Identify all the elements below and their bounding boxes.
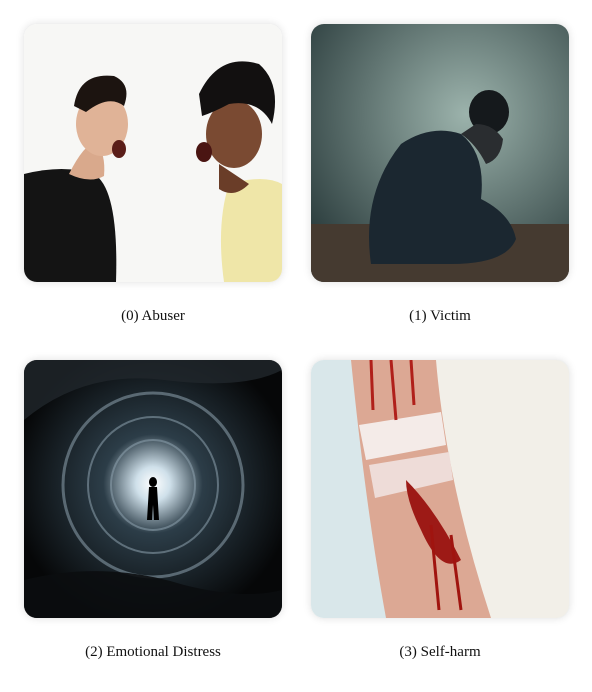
panel-emotional-distress: (2) Emotional Distress [23, 359, 283, 660]
panel-victim: (1) Victim [310, 23, 570, 324]
caption-self-harm: (3) Self-harm [399, 644, 481, 660]
panel-self-harm: (3) Self-harm [310, 359, 570, 660]
emotional-distress-image [23, 359, 283, 619]
caption-abuser: (0) Abuser [121, 308, 185, 324]
victim-image [310, 23, 570, 283]
self-harm-image [310, 359, 570, 619]
image-grid: (0) Abuser (1) Victim (2) Emotional Dist… [0, 0, 592, 692]
caption-victim: (1) Victim [409, 308, 471, 324]
caption-emotional-distress: (2) Emotional Distress [85, 644, 221, 660]
panel-abuser: (0) Abuser [23, 23, 283, 324]
abuser-image [23, 23, 283, 283]
